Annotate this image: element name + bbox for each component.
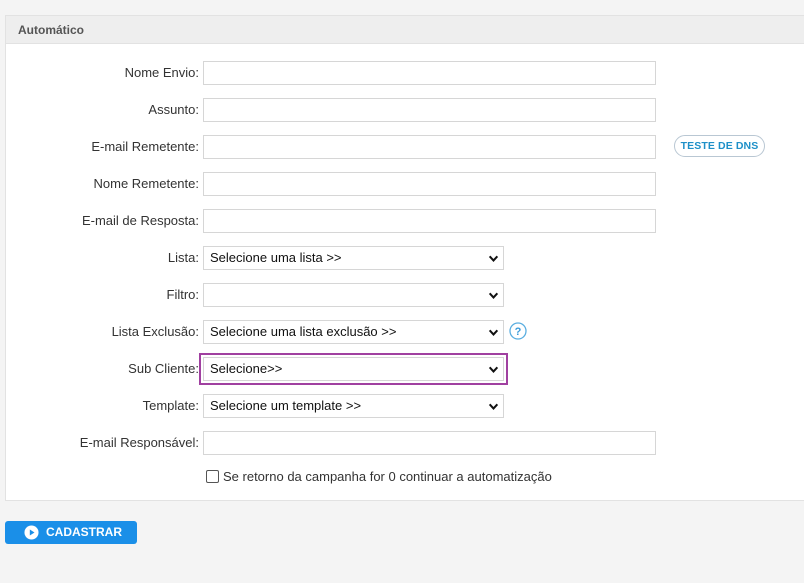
lista-selected-value: Selecione uma lista >> (210, 250, 342, 265)
lista-exclusao-label: Lista Exclusão: (111, 324, 199, 339)
row-template: Template: Selecione um template >> (6, 394, 804, 418)
chevron-down-icon (488, 255, 499, 262)
row-email-remetente: E-mail Remetente: TESTE DE DNS (6, 135, 804, 159)
sub-cliente-label: Sub Cliente: (128, 361, 199, 376)
nome-remetente-input[interactable] (203, 172, 656, 196)
row-nome-remetente: Nome Remetente: (6, 172, 804, 196)
teste-dns-button[interactable]: TESTE DE DNS (674, 135, 765, 157)
lista-label: Lista: (167, 250, 199, 265)
row-lista: Lista: Selecione uma lista >> (6, 246, 804, 270)
email-responsavel-label: E-mail Responsável: (79, 435, 199, 450)
sub-cliente-selected-value: Selecione>> (210, 361, 283, 376)
email-remetente-label: E-mail Remetente: (91, 139, 199, 154)
panel-title: Automático (6, 16, 804, 44)
chevron-down-icon (488, 329, 499, 336)
assunto-input[interactable] (203, 98, 656, 122)
lista-exclusao-select[interactable]: Selecione uma lista exclusão >> (203, 320, 504, 344)
svg-text:?: ? (515, 326, 522, 338)
email-resposta-label: E-mail de Resposta: (81, 213, 199, 228)
row-lista-exclusao: Lista Exclusão: Selecione uma lista excl… (6, 320, 804, 344)
email-remetente-input[interactable] (203, 135, 656, 159)
question-circle-icon[interactable]: ? (509, 322, 527, 340)
row-nome-envio: Nome Envio: (6, 61, 804, 85)
filtro-select[interactable] (203, 283, 504, 307)
continuar-automatizacao-checkbox[interactable] (206, 470, 219, 483)
nome-remetente-label: Nome Remetente: (93, 176, 200, 191)
row-sub-cliente: Sub Cliente: Selecione>> (6, 353, 804, 385)
template-selected-value: Selecione um template >> (210, 398, 362, 413)
sub-cliente-select[interactable]: Selecione>> (199, 353, 508, 385)
cadastrar-button[interactable]: CADASTRAR (5, 521, 137, 544)
template-label: Template: (142, 398, 199, 413)
continuar-automatizacao-option: Se retorno da campanha for 0 continuar a… (206, 468, 552, 486)
row-assunto: Assunto: (6, 98, 804, 122)
automatico-panel: Automático Nome Envio: Assunto: E-mail R… (5, 15, 804, 501)
row-email-responsavel: E-mail Responsável: (6, 431, 804, 455)
nome-envio-label: Nome Envio: (124, 65, 199, 80)
cadastrar-label: CADASTRAR (46, 525, 122, 539)
chevron-down-icon (488, 366, 499, 373)
continuar-automatizacao-label: Se retorno da campanha for 0 continuar a… (223, 469, 552, 484)
template-select[interactable]: Selecione um template >> (203, 394, 504, 418)
lista-select[interactable]: Selecione uma lista >> (203, 246, 504, 270)
lista-exclusao-selected-value: Selecione uma lista exclusão >> (210, 324, 397, 339)
play-circle-icon (24, 525, 39, 540)
email-responsavel-input[interactable] (203, 431, 656, 455)
nome-envio-input[interactable] (203, 61, 656, 85)
row-email-resposta: E-mail de Resposta: (6, 209, 804, 233)
row-filtro: Filtro: (6, 283, 804, 307)
chevron-down-icon (488, 403, 499, 410)
email-resposta-input[interactable] (203, 209, 656, 233)
chevron-down-icon (488, 292, 499, 299)
assunto-label: Assunto: (148, 102, 199, 117)
filtro-label: Filtro: (166, 287, 200, 302)
